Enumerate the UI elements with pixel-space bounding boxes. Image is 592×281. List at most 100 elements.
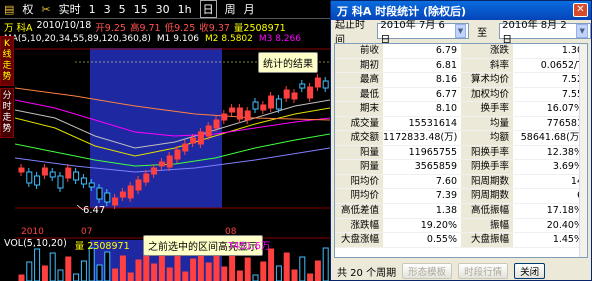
period-day-button[interactable]: 日	[199, 0, 217, 18]
stats-row: 成交量 15531614 均量 776581	[335, 116, 587, 132]
stats-row: 阴均价 7.39 阴周期数6	[335, 189, 587, 205]
pattern-template-button[interactable]: 形态模板	[402, 263, 453, 279]
candle	[299, 83, 306, 89]
x-label-07: 07	[81, 227, 92, 237]
candle	[244, 110, 251, 121]
stat-value: 7.52	[561, 74, 583, 86]
volume-bar	[151, 263, 158, 281]
volume-bar	[112, 268, 119, 281]
period-1m-button[interactable]: 1	[89, 3, 96, 16]
candle	[190, 137, 197, 144]
end-date-value: 2010年 8月 2日	[502, 20, 567, 46]
volume-bar	[260, 261, 267, 281]
candle	[229, 107, 236, 113]
tab-intraday[interactable]: 分时走势	[0, 88, 14, 138]
quote-volume: 量2508971	[233, 23, 286, 33]
rights-button[interactable]: 权	[22, 1, 33, 17]
period-3m-button[interactable]: 3	[104, 3, 111, 16]
stat-value: 12.38%	[546, 146, 583, 158]
stat-label: 涨跌	[461, 44, 513, 58]
volume-bar	[291, 269, 298, 281]
close-icon[interactable]: ✕	[573, 3, 588, 17]
end-date-picker[interactable]: 2010年 8月 2日 ▼	[499, 20, 591, 46]
ma-m2: M2 8.5802	[205, 34, 253, 44]
start-label: 起止时间	[335, 20, 365, 46]
stats-row: 涨跌幅 19.20% 振幅 20.40%	[335, 218, 587, 234]
candle	[260, 104, 267, 111]
stat-value: 14	[570, 175, 583, 187]
volume-bar	[221, 266, 228, 281]
volume-bar	[283, 252, 290, 281]
candle	[65, 167, 72, 179]
stats-row: 阳量 11965755 阳换手率 12.38%	[335, 145, 587, 161]
stats-row: 阴量 3565859 阴换手率 3.69%	[335, 160, 587, 175]
stat-label: 振幅	[461, 218, 513, 233]
stat-label: 加权均价	[461, 87, 513, 102]
volume-bar	[236, 270, 243, 281]
stat-value: 1172833.48(万)	[383, 132, 458, 144]
stat-label: 大盘涨幅	[335, 233, 383, 247]
period-stats-dialog: 万 科A 时段统计 (除权后) ✕ 起止时间 2010年 7月 6日 ▼ 至 2…	[330, 0, 592, 281]
candle	[41, 167, 48, 176]
volume-value: 量 2508971	[74, 241, 130, 251]
stat-value: 7.39	[435, 190, 457, 202]
stat-value: 0.0652/T	[540, 59, 583, 71]
tools-icon[interactable]: ✂	[41, 3, 50, 16]
candle	[88, 182, 95, 188]
volume-bar	[229, 253, 236, 281]
stat-label: 成交量	[335, 116, 383, 131]
period-30m-button[interactable]: 30	[156, 3, 170, 16]
stat-value: 8.16	[435, 74, 457, 86]
stat-label: 大盘振幅	[461, 233, 513, 247]
volume-bar	[96, 264, 103, 281]
volume-bar	[275, 265, 282, 281]
stat-label: 期末	[335, 102, 383, 116]
realtime-button[interactable]: 实时	[59, 1, 81, 17]
volume-bar	[190, 258, 197, 281]
start-date-picker[interactable]: 2010年 7月 6日 ▼	[377, 20, 470, 46]
to-label: 至	[477, 27, 488, 39]
candle	[112, 197, 119, 206]
stat-value: 17.18%	[546, 205, 583, 217]
ma-m1: M1 9.106	[156, 34, 200, 44]
menu-icon[interactable]: ▤	[4, 3, 14, 16]
candle	[268, 95, 275, 109]
tab-kline[interactable]: K线走势	[0, 36, 14, 86]
period-1h-button[interactable]: 1h	[178, 3, 192, 16]
volume-bar	[26, 261, 33, 281]
candle	[96, 187, 103, 200]
stats-row: 期初 6.81 斜率 0.0652/T	[335, 58, 587, 74]
stat-label: 均量	[461, 116, 513, 131]
volume-bar	[41, 265, 48, 281]
chevron-down-icon[interactable]: ▼	[576, 24, 588, 38]
candle	[205, 125, 212, 137]
period-toolbar: ▤ 权 ✂ 实时 1 3 5 15 30 1h 日 周 月	[0, 0, 330, 19]
period-quotes-button[interactable]: 时段行情	[458, 263, 509, 279]
stat-value: 6.81	[435, 59, 457, 71]
stat-label: 最低	[335, 87, 383, 102]
candle	[57, 175, 64, 189]
candle	[174, 149, 181, 160]
period-month-button[interactable]: 月	[244, 1, 255, 17]
candle	[236, 107, 243, 120]
quote-high: 高9.71	[129, 23, 161, 33]
volume-bar	[314, 260, 321, 281]
stat-value: 1.30	[561, 45, 583, 56]
dialog-title-bar[interactable]: 万 科A 时段统计 (除权后) ✕	[331, 1, 591, 20]
period-15m-button[interactable]: 15	[134, 3, 148, 16]
stats-scrollbar[interactable]	[579, 44, 587, 257]
stat-label: 涨跌幅	[335, 218, 383, 233]
chevron-down-icon[interactable]: ▼	[454, 24, 467, 38]
close-button[interactable]: 关闭	[514, 263, 546, 279]
stat-label: 高低差值	[335, 204, 383, 218]
candle	[119, 191, 126, 198]
stat-value: 3.69%	[552, 161, 583, 173]
volume-bar	[18, 274, 25, 281]
stat-value: 19.20%	[420, 219, 457, 231]
period-week-button[interactable]: 周	[225, 1, 236, 17]
candle	[151, 167, 158, 175]
candle	[182, 143, 189, 152]
period-5m-button[interactable]: 5	[119, 3, 126, 16]
candle	[26, 171, 33, 184]
candle	[104, 192, 111, 203]
